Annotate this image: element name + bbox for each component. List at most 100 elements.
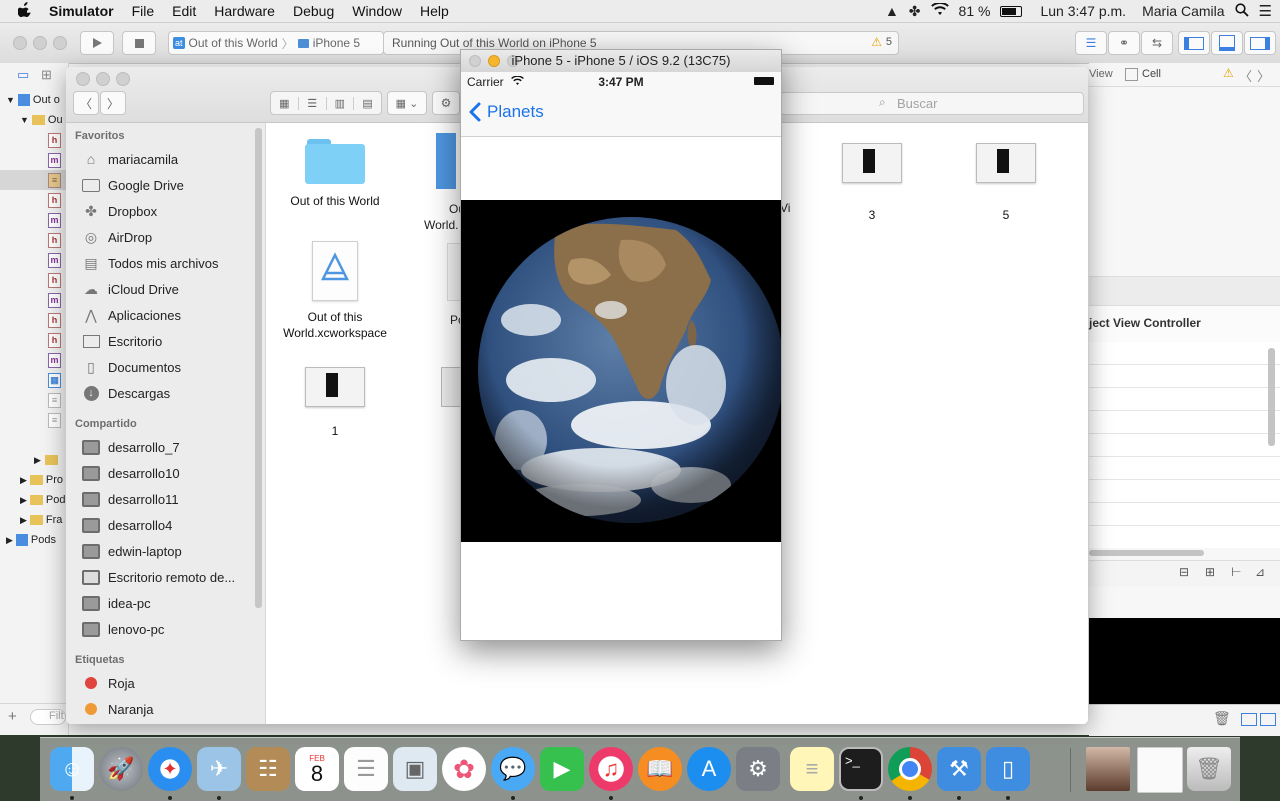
sidebar-item-shared-computer[interactable]: idea-pc (82, 591, 151, 615)
menu-hardware[interactable]: Hardware (205, 3, 284, 19)
screenshot-stack-icon[interactable] (1137, 747, 1183, 793)
stop-button[interactable] (122, 31, 156, 55)
sidebar-item-desktop[interactable]: Escritorio (82, 329, 162, 353)
finder-zoom-button[interactable] (116, 72, 130, 86)
terminal-app-icon[interactable]: >_ (839, 747, 883, 791)
sidebar-item-icloud-drive[interactable]: ☁ iCloud Drive (82, 277, 179, 301)
simulator-app-icon[interactable]: ▯ (986, 747, 1030, 791)
menu-window[interactable]: Window (343, 3, 411, 19)
ibooks-app-icon[interactable]: 📖 (638, 747, 682, 791)
sidebar-item-shared-computer[interactable]: desarrollo_7 (82, 435, 180, 459)
facetime-app-icon[interactable]: ▶ (540, 747, 584, 791)
nav-pods-project[interactable]: Pods (31, 534, 56, 546)
coverflow-view-icon[interactable]: ▤ (354, 97, 381, 110)
xcode-app-icon[interactable]: ⚒ (937, 747, 981, 791)
sidebar-scrollbar[interactable] (255, 128, 262, 608)
version-editor-button[interactable]: ⇆ (1141, 31, 1173, 55)
file-item-screenshot-1[interactable]: 1 (305, 367, 365, 438)
xcode-zoom-button[interactable] (53, 36, 67, 50)
standard-editor-button[interactable]: ☰ (1075, 31, 1107, 55)
reminders-app-icon[interactable]: ☰ (344, 747, 388, 791)
finder-close-button[interactable] (76, 72, 90, 86)
launchpad-app-icon[interactable]: 🚀 (99, 747, 143, 791)
vectorworks-icon[interactable]: ▲ (885, 3, 899, 19)
sidebar-tag-red[interactable]: Roja (82, 671, 135, 695)
column-view-icon[interactable]: ▥ (327, 96, 355, 110)
sidebar-item-shared-computer[interactable]: edwin-laptop (82, 539, 182, 563)
horizontal-scrollbar[interactable] (1089, 550, 1204, 556)
disclosure-icon[interactable]: ▶ (20, 515, 27, 526)
warning-icon[interactable]: ⚠ (1223, 66, 1234, 80)
jump-view[interactable]: View (1089, 68, 1113, 80)
sidebar-item-shared-computer[interactable]: Escritorio remoto de... (82, 565, 235, 589)
menu-edit[interactable]: Edit (163, 3, 205, 19)
sidebar-item-downloads[interactable]: ↓ Descargas (82, 381, 170, 405)
app-name-menu[interactable]: Simulator (40, 3, 123, 19)
photo-stack-icon[interactable] (1086, 747, 1130, 791)
add-icon[interactable]: + (8, 708, 17, 725)
previous-issue-icon[interactable]: 〈 (1239, 66, 1252, 85)
messages-app-icon[interactable]: 💬 (491, 747, 535, 791)
sidebar-item-home[interactable]: ⌂ mariacamila (82, 147, 178, 171)
preview-app-icon[interactable]: ▣ (393, 747, 437, 791)
sidebar-item-all-files[interactable]: ▤ Todos mis archivos (82, 251, 218, 275)
spotlight-search-icon[interactable] (1234, 2, 1249, 20)
folder-tab-icon[interactable]: ▭ (17, 67, 29, 83)
mail-app-icon[interactable]: ✈ (197, 747, 241, 791)
storyboard-file-icon[interactable]: ≡ (48, 172, 61, 188)
pin-icon[interactable]: ⊢ (1231, 565, 1241, 579)
align-icon[interactable]: ⊞ (1205, 565, 1215, 579)
partial-thumbnail[interactable] (441, 367, 461, 407)
implementation-file-icon[interactable]: m (48, 152, 61, 168)
header-file-icon[interactable]: h (48, 232, 61, 248)
disclosure-icon[interactable]: ▶ (20, 475, 27, 486)
warning-icon[interactable]: ⚠ (871, 35, 882, 49)
back-nav-button[interactable]: Planets (469, 102, 544, 122)
notification-center-icon[interactable]: ☰ (1259, 2, 1272, 20)
file-item-screenshot-5[interactable]: 5 (976, 143, 1036, 222)
safari-app-icon[interactable]: ✦ (148, 747, 192, 791)
battery-icon[interactable] (1000, 5, 1023, 17)
toggle-debug-area-button[interactable] (1211, 31, 1243, 55)
jump-cell[interactable]: Cell (1142, 68, 1161, 80)
finder-minimize-button[interactable] (96, 72, 110, 86)
finder-app-icon[interactable]: ☺ (50, 747, 94, 791)
apple-menu-icon[interactable] (0, 2, 40, 20)
nav-group-name[interactable]: Ou (48, 114, 63, 126)
next-issue-icon[interactable]: 〉 (1257, 66, 1270, 85)
scheme-selector[interactable]: at Out of this World 〉 iPhone 5 (168, 31, 384, 55)
disclosure-icon[interactable]: ▼ (20, 115, 29, 125)
sidebar-item-google-drive[interactable]: Google Drive (82, 173, 184, 197)
outline-scene-row[interactable]: ject View Controller (1089, 305, 1280, 343)
disclosure-icon[interactable]: ▶ (34, 455, 41, 466)
view-mode-control[interactable]: ▦ ☰ ▥ ▤ (270, 91, 382, 115)
battery-percent[interactable]: 81 % (959, 3, 991, 19)
forward-button[interactable]: 〉 (100, 91, 126, 115)
sidebar-item-shared-computer[interactable]: desarrollo10 (82, 461, 180, 485)
header-file-icon[interactable]: h (48, 332, 61, 348)
run-button[interactable] (80, 31, 114, 55)
toggle-navigator-button[interactable] (1178, 31, 1210, 55)
menu-help[interactable]: Help (411, 3, 458, 19)
header-file-icon[interactable]: h (48, 132, 61, 148)
user-name[interactable]: Maria Camila (1142, 3, 1224, 19)
header-file-icon[interactable]: h (48, 272, 61, 288)
calendar-app-icon[interactable]: FEB 8 (295, 747, 339, 791)
trash-icon[interactable]: 🗑 (1213, 710, 1231, 727)
header-file-icon[interactable]: h (48, 312, 61, 328)
split-left-icon[interactable] (1241, 713, 1257, 726)
disclosure-icon[interactable]: ▶ (6, 535, 13, 546)
sidebar-item-applications[interactable]: ⋀ Aplicaciones (82, 303, 181, 327)
clock[interactable]: Lun 3:47 p.m. (1040, 3, 1126, 19)
sidebar-item-shared-computer[interactable]: desarrollo11 (82, 487, 179, 511)
file-item-folder[interactable]: Out of this World (275, 137, 395, 209)
xcode-close-button[interactable] (13, 36, 27, 50)
nav-group-frameworks[interactable]: Fra (46, 514, 63, 526)
implementation-file-icon[interactable]: m (48, 252, 61, 268)
app-store-app-icon[interactable]: A (687, 747, 731, 791)
trash-app-icon[interactable]: 🗑 (1187, 747, 1231, 791)
chrome-app-icon[interactable] (888, 747, 932, 791)
assets-file-icon[interactable]: ▦ (48, 372, 61, 388)
notes-app-icon[interactable]: ≡ (790, 747, 834, 791)
toggle-utilities-button[interactable] (1244, 31, 1276, 55)
